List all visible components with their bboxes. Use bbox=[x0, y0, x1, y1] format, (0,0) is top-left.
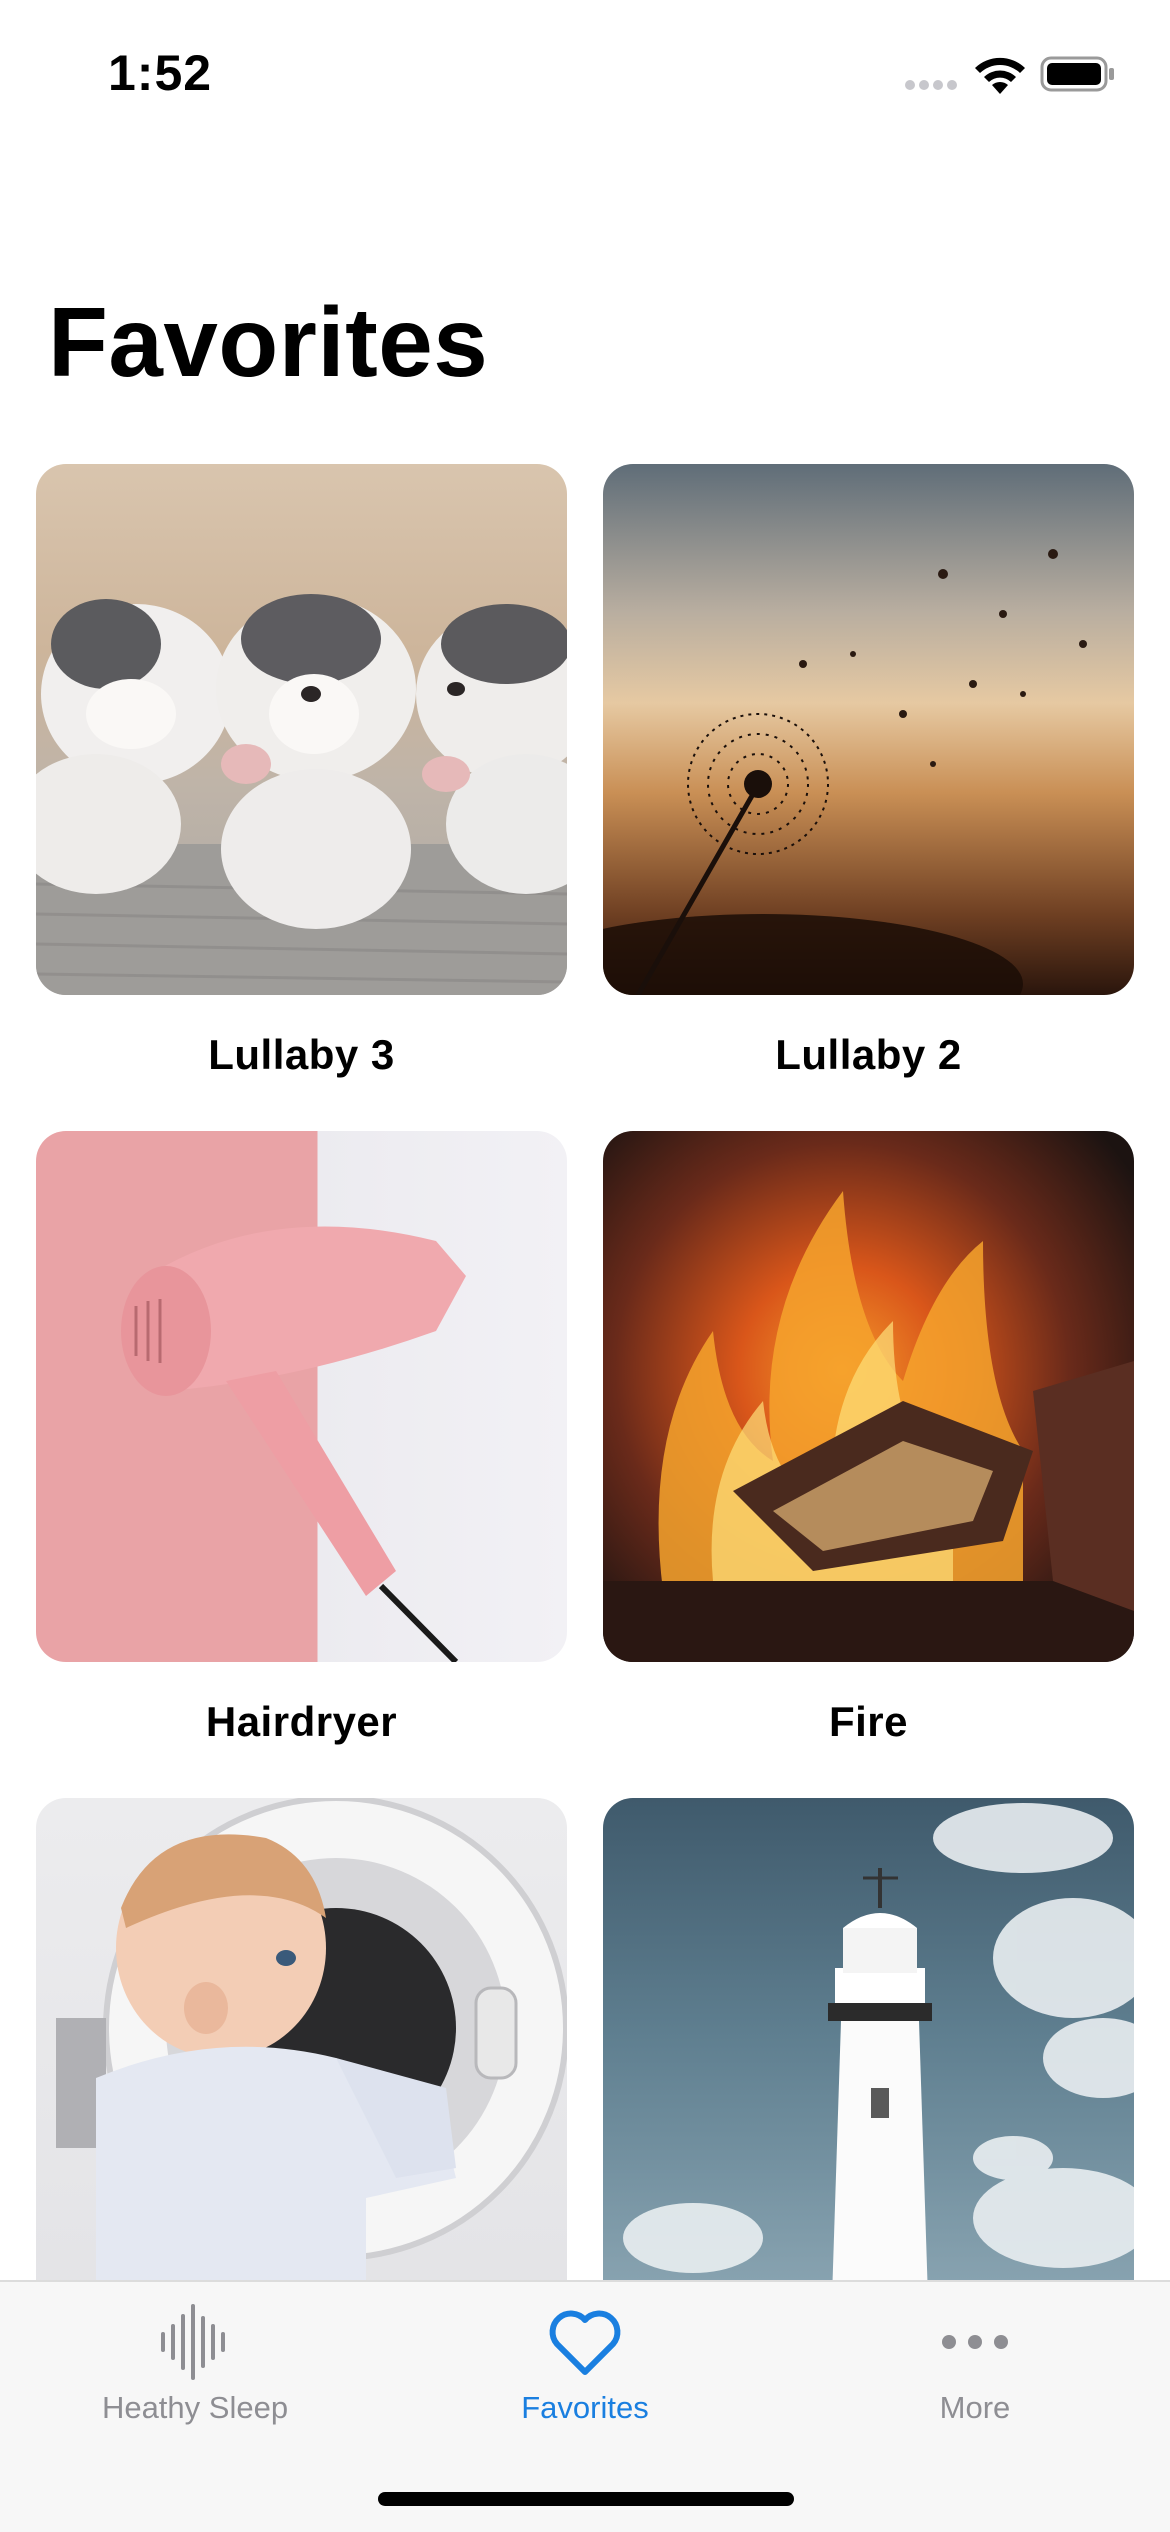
favorite-card-label: Fire bbox=[828, 1698, 909, 1745]
campfire-photo bbox=[603, 1131, 1134, 1662]
page-title: Favorites bbox=[48, 287, 489, 397]
tab-label: Favorites bbox=[521, 2390, 649, 2425]
battery-icon bbox=[1040, 56, 1114, 92]
lighthouse-photo bbox=[603, 1798, 1134, 2329]
tab-label: More bbox=[939, 2390, 1011, 2425]
baby-washing-machine-photo bbox=[36, 1798, 567, 2329]
cellular-signal-icon bbox=[905, 80, 957, 92]
favorite-card-lighthouse[interactable] bbox=[603, 1798, 1134, 2329]
favorite-card-washing-machine[interactable] bbox=[36, 1798, 567, 2329]
favorite-card-lullaby-2[interactable]: Lullaby 2 bbox=[603, 464, 1134, 1079]
waveform-icon bbox=[161, 2304, 225, 2380]
home-indicator[interactable] bbox=[378, 2492, 794, 2506]
sleeping-puppies-photo bbox=[36, 464, 567, 995]
heart-icon bbox=[549, 2310, 621, 2375]
favorite-card-hairdryer[interactable]: Hairdryer bbox=[36, 1131, 567, 1746]
ellipsis-icon bbox=[942, 2335, 1008, 2349]
tab-label: Heathy Sleep bbox=[101, 2390, 289, 2425]
favorite-card-label: Lullaby 2 bbox=[775, 1031, 962, 1078]
tab-more[interactable]: More bbox=[780, 2282, 1170, 2482]
dandelion-sunset-photo bbox=[603, 464, 1134, 995]
favorite-card-label: Lullaby 3 bbox=[208, 1031, 395, 1078]
status-time: 1:52 bbox=[108, 45, 213, 101]
wifi-icon bbox=[975, 57, 1025, 94]
tab-heathy-sleep[interactable]: Heathy Sleep bbox=[0, 2282, 390, 2482]
favorite-card-fire[interactable]: Fire bbox=[603, 1131, 1134, 1746]
favorite-card-lullaby-3[interactable]: Lullaby 3 bbox=[36, 464, 567, 1079]
tab-favorites[interactable]: Favorites bbox=[390, 2282, 780, 2482]
pink-hairdryer-photo bbox=[36, 1131, 567, 1662]
favorite-card-label: Hairdryer bbox=[205, 1698, 398, 1745]
status-bar: 1:52 bbox=[0, 0, 1170, 140]
app-screen: 1:52 Favorites Lullaby 3 Lullaby 2 Haird… bbox=[0, 0, 1170, 2532]
